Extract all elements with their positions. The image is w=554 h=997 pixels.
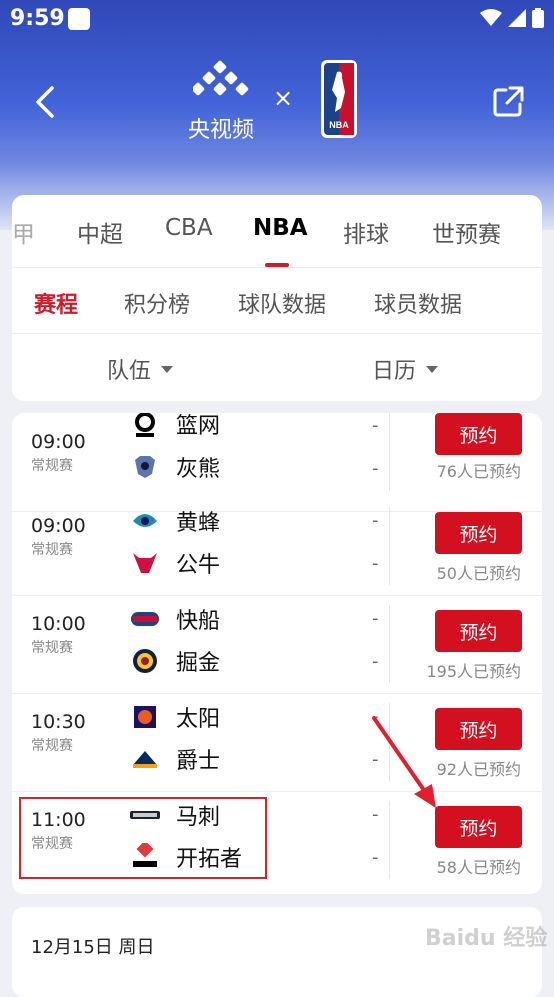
grizzlies-logo-icon (130, 452, 160, 482)
reserve-button[interactable]: 预约 (435, 413, 522, 455)
subtab-player-stats[interactable]: 球员数据 (374, 287, 462, 319)
match-type: 常规赛 (31, 640, 73, 656)
match-type: 常规赛 (31, 738, 73, 754)
calendar-filter-label: 日历 (372, 359, 417, 384)
notification-icon (68, 8, 90, 30)
reserve-button[interactable]: 预约 (435, 806, 522, 848)
home-score: - (372, 608, 379, 629)
date-header: 12月15日 周日 (31, 937, 155, 958)
reserve-button[interactable]: 预约 (435, 610, 522, 652)
match-type: 常规赛 (31, 542, 73, 558)
row-divider (389, 507, 390, 585)
reservation-count: 76人已预约 (436, 462, 521, 481)
team-filter-label: 队伍 (107, 359, 152, 384)
match-row: 10:00 常规赛 快船 掘金 - - 预约 195人已预约 (12, 595, 542, 694)
match-row: 09:00 常规赛 黄蜂 公牛 - - 预约 50人已预约 (12, 497, 542, 596)
calendar-filter-dropdown[interactable]: 日历 (372, 353, 439, 385)
away-team: 掘金 (130, 644, 220, 678)
signal-icon (508, 9, 526, 27)
clippers-logo-icon (130, 604, 160, 634)
tab-cba[interactable]: CBA (165, 215, 213, 241)
away-team-name: 掘金 (176, 651, 221, 676)
reservation-count: 50人已预约 (436, 564, 521, 583)
row-divider (389, 605, 390, 683)
home-team-name: 黄蜂 (176, 511, 221, 536)
match-type: 常规赛 (31, 458, 73, 474)
partner-separator: × (273, 84, 294, 112)
tab-volleyball[interactable]: 排球 (343, 215, 389, 249)
back-arrow-icon[interactable] (30, 85, 60, 119)
home-team: 黄蜂 (130, 504, 220, 538)
home-score: - (372, 415, 379, 436)
nuggets-logo-icon (130, 646, 160, 676)
match-time: 09:00 (31, 431, 86, 453)
match-time: 10:00 (31, 613, 86, 635)
bulls-logo-icon (130, 548, 160, 578)
brand-logo-group: 央视频 × NBA (185, 60, 375, 143)
subtab-schedule[interactable]: 赛程 (34, 287, 78, 319)
home-team: 快船 (130, 602, 220, 636)
reservation-count: 92人已预约 (436, 760, 521, 779)
status-time: 9:59 (10, 6, 65, 31)
reservation-count: 58人已预约 (436, 858, 521, 877)
status-bar: 9:59 (0, 0, 554, 38)
match-time: 09:00 (31, 515, 86, 537)
home-team-name: 太阳 (176, 707, 221, 732)
chevron-down-icon (161, 365, 174, 373)
home-team-name: 快船 (176, 609, 221, 634)
home-team: 太阳 (130, 700, 220, 734)
row-divider (389, 801, 390, 879)
chevron-down-icon (426, 365, 439, 373)
category-card: 甲 中超 CBA NBA 排球 世预赛 赛程 积分榜 球队数据 球员数据 队伍 … (12, 195, 542, 401)
away-score: - (372, 458, 379, 479)
subtab-bar: 赛程 积分榜 球队数据 球员数据 (12, 267, 542, 334)
hornets-logo-icon (130, 506, 160, 536)
away-team: 灰熊 (130, 450, 220, 484)
jazz-logo-icon (130, 744, 160, 774)
away-score: - (372, 553, 379, 574)
nets-logo-icon (130, 413, 160, 439)
tab-world-cup-qualifiers[interactable]: 世预赛 (432, 215, 501, 249)
watermark: Baidu 经验 (425, 926, 548, 951)
away-team-name: 公牛 (176, 553, 221, 578)
highlight-box (19, 797, 267, 879)
sport-tab-bar: 甲 中超 CBA NBA 排球 世预赛 (12, 195, 542, 268)
reserve-button[interactable]: 预约 (435, 708, 522, 750)
battery-icon (532, 8, 544, 28)
brand-name: 央视频 (187, 118, 254, 143)
match-time: 10:30 (31, 711, 86, 733)
share-icon[interactable] (492, 84, 526, 118)
away-score: - (372, 847, 379, 868)
reserve-button[interactable]: 预约 (435, 512, 522, 554)
away-score: - (372, 651, 379, 672)
away-team-name: 爵士 (176, 749, 221, 774)
annotation-arrow-icon (372, 716, 436, 808)
tab-csl[interactable]: 中超 (77, 215, 123, 249)
nba-logo-icon: NBA (321, 60, 357, 138)
home-team: 篮网 (130, 413, 220, 441)
away-team: 公牛 (130, 546, 220, 580)
wifi-icon (480, 9, 502, 26)
suns-logo-icon (130, 702, 160, 732)
subtab-team-stats[interactable]: 球队数据 (238, 287, 326, 319)
reservation-count: 195人已预约 (426, 662, 521, 681)
away-team-name: 灰熊 (176, 457, 221, 482)
row-divider (389, 413, 390, 491)
home-team-name: 篮网 (176, 414, 221, 439)
tab-partial[interactable]: 甲 (12, 215, 35, 249)
home-score: - (372, 510, 379, 531)
tab-nba[interactable]: NBA (253, 215, 308, 241)
cctv-video-logo-icon (193, 60, 249, 96)
team-filter-dropdown[interactable]: 队伍 (107, 353, 174, 385)
subtab-standings[interactable]: 积分榜 (124, 287, 190, 319)
away-team: 爵士 (130, 742, 220, 776)
filter-bar: 队伍 日历 (12, 333, 542, 401)
svg-text:NBA: NBA (329, 120, 349, 130)
match-row: 10:30 常规赛 太阳 爵士 - - 预约 92人已预约 (12, 693, 542, 792)
